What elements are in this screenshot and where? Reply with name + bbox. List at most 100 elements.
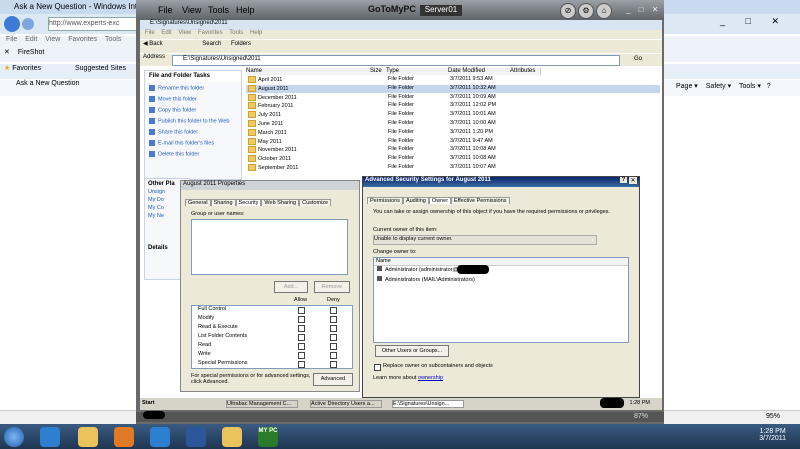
file-row[interactable]: December 2011 File Folder 3/7/2011 10:09 A… xyxy=(246,93,660,102)
deny-checkbox[interactable] xyxy=(330,307,337,314)
replace-owner-checkbox[interactable] xyxy=(374,364,381,371)
tab-auditing[interactable]: Auditing xyxy=(402,197,429,204)
favorites-button[interactable]: Favorites xyxy=(12,65,41,72)
go-button[interactable]: Go xyxy=(634,56,642,62)
help-button[interactable]: ? xyxy=(620,177,627,183)
allow-checkbox[interactable] xyxy=(298,352,305,359)
other-users-button[interactable]: Other Users or Groups... xyxy=(375,345,449,357)
g2p-close-button[interactable]: ✕ xyxy=(652,5,659,14)
remote-task-ad[interactable]: Active Directory Users a... xyxy=(310,400,382,408)
owner-row[interactable]: Administrators (MAIL\Administrators) xyxy=(374,276,628,286)
mypc-icon[interactable]: MY PC xyxy=(258,427,278,447)
tab-sharing[interactable]: Sharing xyxy=(210,199,236,206)
menu-tools[interactable]: Tools xyxy=(105,36,121,43)
exp-search-button[interactable]: Search xyxy=(202,41,221,47)
menu-file[interactable]: File xyxy=(6,36,17,43)
close-button[interactable]: ✕ xyxy=(629,177,637,184)
safety-menu[interactable]: Safety xyxy=(706,83,726,90)
file-row[interactable]: May 2011 File Folder 3/7/2011 9:47 AM xyxy=(246,137,660,146)
advanced-button[interactable]: Advanced xyxy=(313,373,353,386)
forward-button[interactable] xyxy=(22,18,34,30)
file-row[interactable]: June 2011 File Folder 3/7/2011 10:00 AM xyxy=(246,120,660,128)
close-button[interactable]: ✕ xyxy=(771,16,779,26)
tab-permissions[interactable]: Permissions xyxy=(367,197,403,204)
maximize-button[interactable]: □ xyxy=(746,16,751,26)
tab-security[interactable]: Security xyxy=(235,199,262,206)
address-input[interactable]: E:\Signatures\Unsigned\2011 xyxy=(172,55,620,66)
allow-checkbox[interactable] xyxy=(298,325,305,332)
remove-button[interactable]: Remove xyxy=(314,281,350,293)
task-item[interactable]: Copy this folder xyxy=(149,107,196,113)
exp-folders-button[interactable]: Folders xyxy=(231,41,251,47)
task-item[interactable]: Delete this folder xyxy=(149,151,199,157)
url-input[interactable]: http://www.experts-exc xyxy=(48,17,138,31)
menu-favorites[interactable]: Favorites xyxy=(68,36,97,43)
word-icon[interactable] xyxy=(186,427,206,447)
g2p-mute-icon[interactable]: ⊘ xyxy=(560,3,576,19)
deny-checkbox[interactable] xyxy=(330,334,337,341)
task-item[interactable]: E-mail this folder's files xyxy=(149,140,214,146)
task-item[interactable]: Share this folder xyxy=(149,129,198,135)
g2p-lock-icon[interactable]: ⌂ xyxy=(596,3,612,19)
file-row[interactable]: February 2011 File Folder 3/7/2011 12:02 P… xyxy=(246,102,660,110)
file-row[interactable]: November 2011 File Folder 3/7/2011 10:08 A… xyxy=(246,146,660,154)
col-type[interactable]: Type xyxy=(386,68,449,75)
tools-menu[interactable]: Tools xyxy=(739,83,755,90)
exp-menu-edit[interactable]: Edit xyxy=(161,30,171,36)
task-item[interactable]: Move this folder xyxy=(149,96,197,102)
ie-icon[interactable] xyxy=(40,427,60,447)
tab-owner[interactable]: Owner xyxy=(428,197,452,204)
add-button[interactable]: Add... xyxy=(274,281,308,293)
owner-row[interactable]: Administrator (administrator@ xyxy=(374,266,628,276)
deny-checkbox[interactable] xyxy=(330,352,337,359)
allow-checkbox[interactable] xyxy=(298,334,305,341)
allow-checkbox[interactable] xyxy=(298,316,305,323)
allow-checkbox[interactable] xyxy=(298,343,305,350)
tab-customize[interactable]: Customize xyxy=(299,199,332,206)
start-orb-icon[interactable] xyxy=(4,427,24,447)
help-icon[interactable]: ? xyxy=(767,83,771,90)
exp-back-button[interactable]: ◀ Back xyxy=(143,41,163,47)
col-attributes[interactable]: Attributes xyxy=(510,68,541,75)
exp-menu-favorites[interactable]: Favorites xyxy=(198,30,223,36)
ownership-link[interactable]: ownership xyxy=(418,375,443,381)
allow-checkbox[interactable] xyxy=(298,361,305,368)
deny-checkbox[interactable] xyxy=(330,343,337,350)
page-menu[interactable]: Page xyxy=(676,83,692,90)
group-names-list[interactable] xyxy=(191,219,348,275)
file-row[interactable]: March 2011 File Folder 3/7/2011 1:20 PM xyxy=(246,128,660,137)
deny-checkbox[interactable] xyxy=(330,316,337,323)
menu-edit[interactable]: Edit xyxy=(25,36,37,43)
close-icon[interactable]: ✕ xyxy=(4,49,10,56)
exp-menu-file[interactable]: File xyxy=(145,30,155,36)
suggested-sites-link[interactable]: Suggested Sites xyxy=(75,65,126,72)
col-date[interactable]: Date Modified xyxy=(448,68,511,75)
file-row[interactable]: July 2011 File Folder 3/7/2011 10:01 AM xyxy=(246,111,660,119)
deny-checkbox[interactable] xyxy=(330,325,337,332)
tab-web-sharing[interactable]: Web Sharing xyxy=(261,199,300,206)
file-row[interactable]: October 2011 File Folder 3/7/2011 10:08 AM xyxy=(246,155,660,163)
exp-menu-view[interactable]: View xyxy=(178,30,191,36)
exp-menu-help[interactable]: Help xyxy=(250,30,262,36)
ie-icon-2[interactable] xyxy=(150,427,170,447)
tab-effective-permissions[interactable]: Effective Permissions xyxy=(451,197,510,204)
start-button[interactable]: Start xyxy=(142,400,155,406)
fireshot-button[interactable]: FireShot xyxy=(18,49,44,56)
minimize-button[interactable]: _ xyxy=(720,16,725,26)
file-row[interactable]: August 2011 File Folder 3/7/2011 10:32 AM xyxy=(246,84,660,93)
explorer-icon[interactable] xyxy=(78,427,98,447)
task-item[interactable]: Rename this folder xyxy=(149,85,204,91)
remote-task-ultrabac[interactable]: Ultrabac Management C... xyxy=(226,400,298,408)
col-name[interactable]: Name xyxy=(246,68,371,75)
col-size[interactable]: Size xyxy=(370,68,387,75)
g2p-menu-tools[interactable]: Tools xyxy=(208,5,229,15)
zoom-level[interactable]: 95% xyxy=(766,413,780,420)
allow-checkbox[interactable] xyxy=(298,307,305,314)
deny-checkbox[interactable] xyxy=(330,361,337,368)
task-item[interactable]: Publish this folder to the Web xyxy=(149,118,229,124)
system-clock[interactable]: 1:28 PM 3/7/2011 xyxy=(759,428,786,442)
exp-menu-tools[interactable]: Tools xyxy=(229,30,243,36)
file-row[interactable]: April 2011 File Folder 3/7/2011 9:53 AM xyxy=(246,76,660,84)
media-player-icon[interactable] xyxy=(114,427,134,447)
g2p-minimize-button[interactable]: _ xyxy=(626,5,630,14)
